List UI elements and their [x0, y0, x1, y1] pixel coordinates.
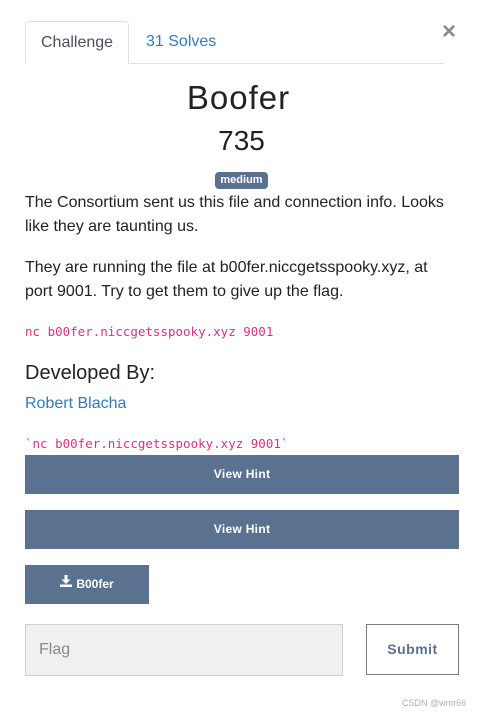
connection-code: nc b00fer.niccgetsspooky.xyz 9001: [25, 324, 274, 339]
description-paragraph-1: The Consortium sent us this file and con…: [25, 194, 444, 235]
watermark: CSDN @wmr66: [402, 698, 467, 708]
challenge-points: 735: [218, 125, 265, 156]
description-paragraph-2: They are running the file at b00fer.nicc…: [25, 259, 428, 300]
connection-info-code: `nc b00fer.niccgetsspooky.xyz 9001`: [25, 436, 289, 451]
close-icon[interactable]: ×: [442, 20, 456, 44]
tab-challenge[interactable]: Challenge: [25, 21, 129, 64]
file-name-label: B00fer: [76, 577, 114, 591]
tab-solves[interactable]: 31 Solves: [131, 21, 231, 63]
developed-by-heading: Developed By:: [25, 362, 156, 384]
developer-link[interactable]: Robert Blacha: [25, 392, 126, 416]
download-file-button[interactable]: B00fer: [25, 565, 149, 604]
view-hint-button-1[interactable]: View Hint: [25, 455, 459, 494]
challenge-tabs: Challenge 31 Solves: [25, 21, 444, 64]
view-hint-button-2[interactable]: View Hint: [25, 510, 459, 549]
flag-input[interactable]: [25, 624, 343, 676]
difficulty-badge: medium: [215, 172, 268, 189]
challenge-title: Boofer: [186, 79, 291, 116]
download-icon: [60, 564, 73, 603]
submit-button[interactable]: Submit: [366, 624, 459, 675]
